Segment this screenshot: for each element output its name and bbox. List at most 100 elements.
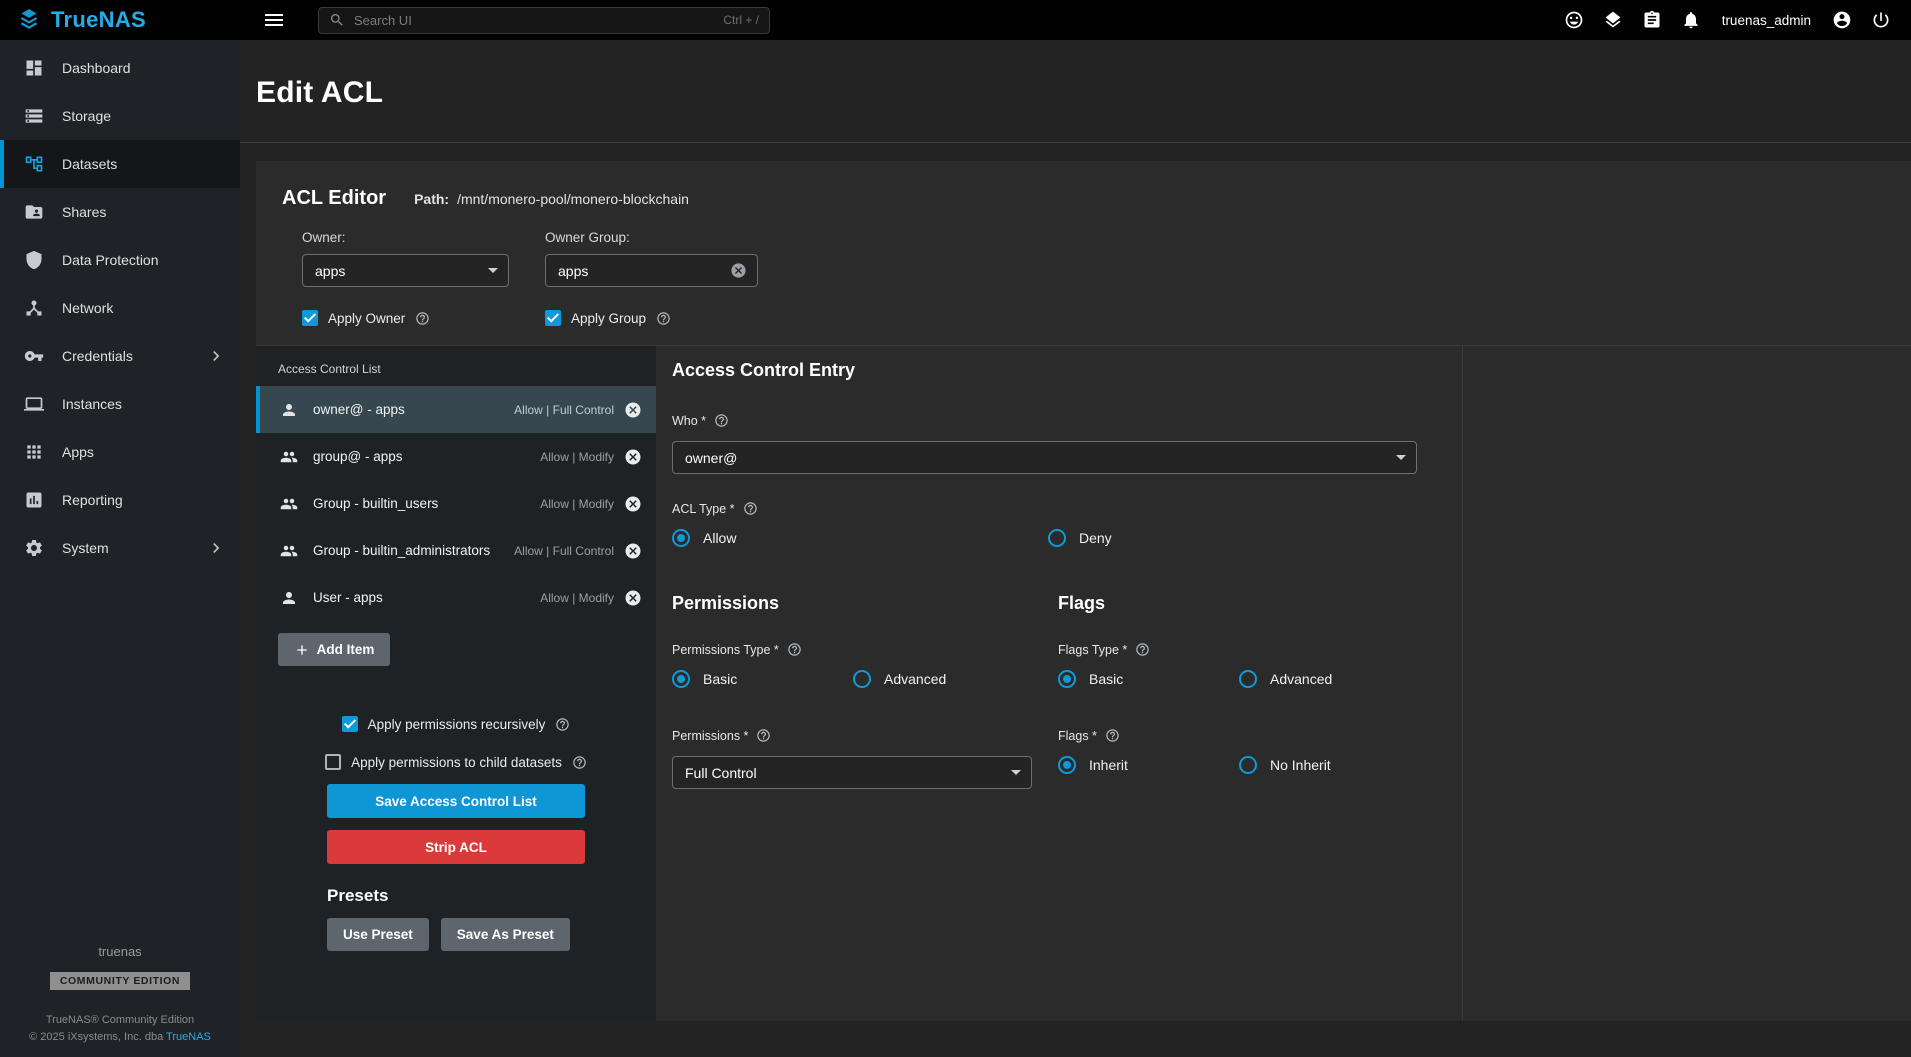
search-input[interactable]: [354, 13, 714, 28]
menu-toggle-button[interactable]: [262, 8, 286, 32]
child-datasets-checkbox-row: Apply permissions to child datasets: [325, 754, 587, 770]
acl-entry-owner[interactable]: owner@ - apps Allow | Full Control: [256, 386, 656, 433]
permissions-label-row: Permissions *: [672, 728, 1058, 743]
remove-entry-icon[interactable]: [624, 589, 642, 607]
apply-group-checkbox[interactable]: [545, 310, 561, 326]
main-content: Edit ACL ACL Editor Path: /mnt/monero-po…: [240, 40, 1911, 1057]
sidebar-item-network[interactable]: Network: [0, 284, 240, 332]
remove-entry-icon[interactable]: [624, 495, 642, 513]
acl-entry-builtin-users[interactable]: Group - builtin_users Allow | Modify: [256, 480, 656, 527]
truenas-logo-icon: [16, 7, 42, 33]
help-icon[interactable]: [756, 728, 771, 743]
help-icon[interactable]: [572, 755, 587, 770]
sidebar-item-system[interactable]: System: [0, 524, 240, 572]
use-preset-button[interactable]: Use Preset: [327, 918, 429, 951]
notifications-bell-icon[interactable]: [1681, 10, 1701, 30]
acl-type-label-row: ACL Type *: [672, 501, 1462, 516]
sidebar-item-storage[interactable]: Storage: [0, 92, 240, 140]
list-actions: Save Access Control List Strip ACL Prese…: [327, 784, 585, 951]
help-icon[interactable]: [743, 501, 758, 516]
radio-deny[interactable]: Deny: [1048, 529, 1424, 547]
flags-heading: Flags: [1058, 593, 1444, 614]
radio-allow[interactable]: Allow: [672, 529, 1048, 547]
edition-badge: COMMUNITY EDITION: [50, 972, 190, 990]
flags-type-radio-group: Basic Advanced: [1058, 670, 1444, 688]
app-root: TrueNAS Ctrl + / truenas_admi: [0, 0, 1911, 1057]
acl-entry-group[interactable]: group@ - apps Allow | Modify: [256, 433, 656, 480]
sidebar-item-data-protection[interactable]: Data Protection: [0, 236, 240, 284]
apply-recursively-checkbox[interactable]: [342, 716, 358, 732]
remove-entry-icon[interactable]: [624, 448, 642, 466]
help-icon[interactable]: [1105, 728, 1120, 743]
apply-owner-checkbox[interactable]: [302, 310, 318, 326]
radio-flags-advanced[interactable]: Advanced: [1239, 670, 1420, 688]
access-control-entry-panel: Access Control Entry Who * owner@ ACL Ty…: [656, 346, 1463, 1021]
radio-flags-basic[interactable]: Basic: [1058, 670, 1239, 688]
dashboard-icon: [24, 58, 44, 78]
permissions-select-value: Full Control: [685, 765, 757, 781]
key-icon: [24, 346, 44, 366]
permissions-column: Permissions Permissions Type * Basic: [672, 593, 1058, 814]
radio-basic-label: Basic: [703, 671, 737, 687]
owner-select[interactable]: apps: [302, 254, 509, 287]
flags-type-label-row: Flags Type *: [1058, 642, 1444, 657]
flags-column: Flags Flags Type * Basic: [1058, 593, 1444, 814]
acl-entry-name: Group - builtin_users: [313, 496, 438, 511]
who-select[interactable]: owner@: [672, 441, 1417, 474]
flags-label-row: Flags *: [1058, 728, 1444, 743]
radio-button-icon: [1239, 756, 1257, 774]
clear-input-icon[interactable]: [730, 262, 747, 279]
power-icon[interactable]: [1871, 10, 1891, 30]
sidebar-item-dashboard[interactable]: Dashboard: [0, 44, 240, 92]
help-icon[interactable]: [714, 413, 729, 428]
footer-brand-link[interactable]: TrueNAS: [166, 1031, 211, 1043]
sidebar-nav: Dashboard Storage Datasets Shares Data P…: [0, 40, 240, 572]
radio-permissions-basic[interactable]: Basic: [672, 670, 853, 688]
radio-basic-label: Basic: [1089, 671, 1123, 687]
sidebar-item-apps[interactable]: Apps: [0, 428, 240, 476]
acl-entry-builtin-administrators[interactable]: Group - builtin_administrators Allow | F…: [256, 527, 656, 574]
sidebar-item-shares[interactable]: Shares: [0, 188, 240, 236]
permissions-heading: Permissions: [672, 593, 1058, 614]
recursive-checkbox-row: Apply permissions recursively: [342, 716, 571, 732]
strip-acl-button[interactable]: Strip ACL: [327, 830, 585, 864]
jobs-clipboard-icon[interactable]: [1642, 10, 1662, 30]
permissions-select[interactable]: Full Control: [672, 756, 1032, 789]
help-icon[interactable]: [787, 642, 802, 657]
sidebar-item-credentials[interactable]: Credentials: [0, 332, 240, 380]
sidebar-item-instances[interactable]: Instances: [0, 380, 240, 428]
save-acl-button[interactable]: Save Access Control List: [327, 784, 585, 818]
radio-permissions-advanced[interactable]: Advanced: [853, 670, 1034, 688]
acl-entry-permission: Allow | Full Control: [514, 403, 614, 417]
search-icon: [329, 12, 345, 28]
remove-entry-icon[interactable]: [624, 401, 642, 419]
radio-no-inherit[interactable]: No Inherit: [1239, 756, 1420, 774]
help-icon[interactable]: [656, 311, 671, 326]
acl-editor-card: ACL Editor Path: /mnt/monero-pool/monero…: [256, 161, 1911, 1021]
shield-icon: [24, 250, 44, 270]
help-icon[interactable]: [555, 717, 570, 732]
feedback-smiley-icon[interactable]: [1564, 10, 1584, 30]
remove-entry-icon[interactable]: [624, 542, 642, 560]
sidebar-item-label: Shares: [62, 204, 106, 220]
owner-group-input[interactable]: apps: [545, 254, 758, 287]
help-icon[interactable]: [1135, 642, 1150, 657]
sidebar-item-reporting[interactable]: Reporting: [0, 476, 240, 524]
acl-entry-user-apps[interactable]: User - apps Allow | Modify: [256, 574, 656, 621]
footer-edition-line: TrueNAS® Community Edition: [0, 1012, 240, 1030]
sidebar-item-datasets[interactable]: Datasets: [0, 140, 240, 188]
radio-button-icon: [1239, 670, 1257, 688]
owner-column: Owner: apps Apply Owner: [302, 230, 509, 326]
global-search[interactable]: Ctrl + /: [318, 7, 770, 34]
apply-child-datasets-checkbox[interactable]: [325, 754, 341, 770]
user-avatar-icon[interactable]: [1832, 10, 1852, 30]
updates-layers-icon[interactable]: [1603, 10, 1623, 30]
sidebar-item-label: Data Protection: [62, 252, 159, 268]
add-item-button[interactable]: Add Item: [278, 633, 390, 666]
sidebar-item-label: Datasets: [62, 156, 117, 172]
help-icon[interactable]: [415, 311, 430, 326]
bar-chart-icon: [24, 490, 44, 510]
radio-inherit[interactable]: Inherit: [1058, 756, 1239, 774]
sidebar: Dashboard Storage Datasets Shares Data P…: [0, 40, 240, 1057]
save-as-preset-button[interactable]: Save As Preset: [441, 918, 570, 951]
